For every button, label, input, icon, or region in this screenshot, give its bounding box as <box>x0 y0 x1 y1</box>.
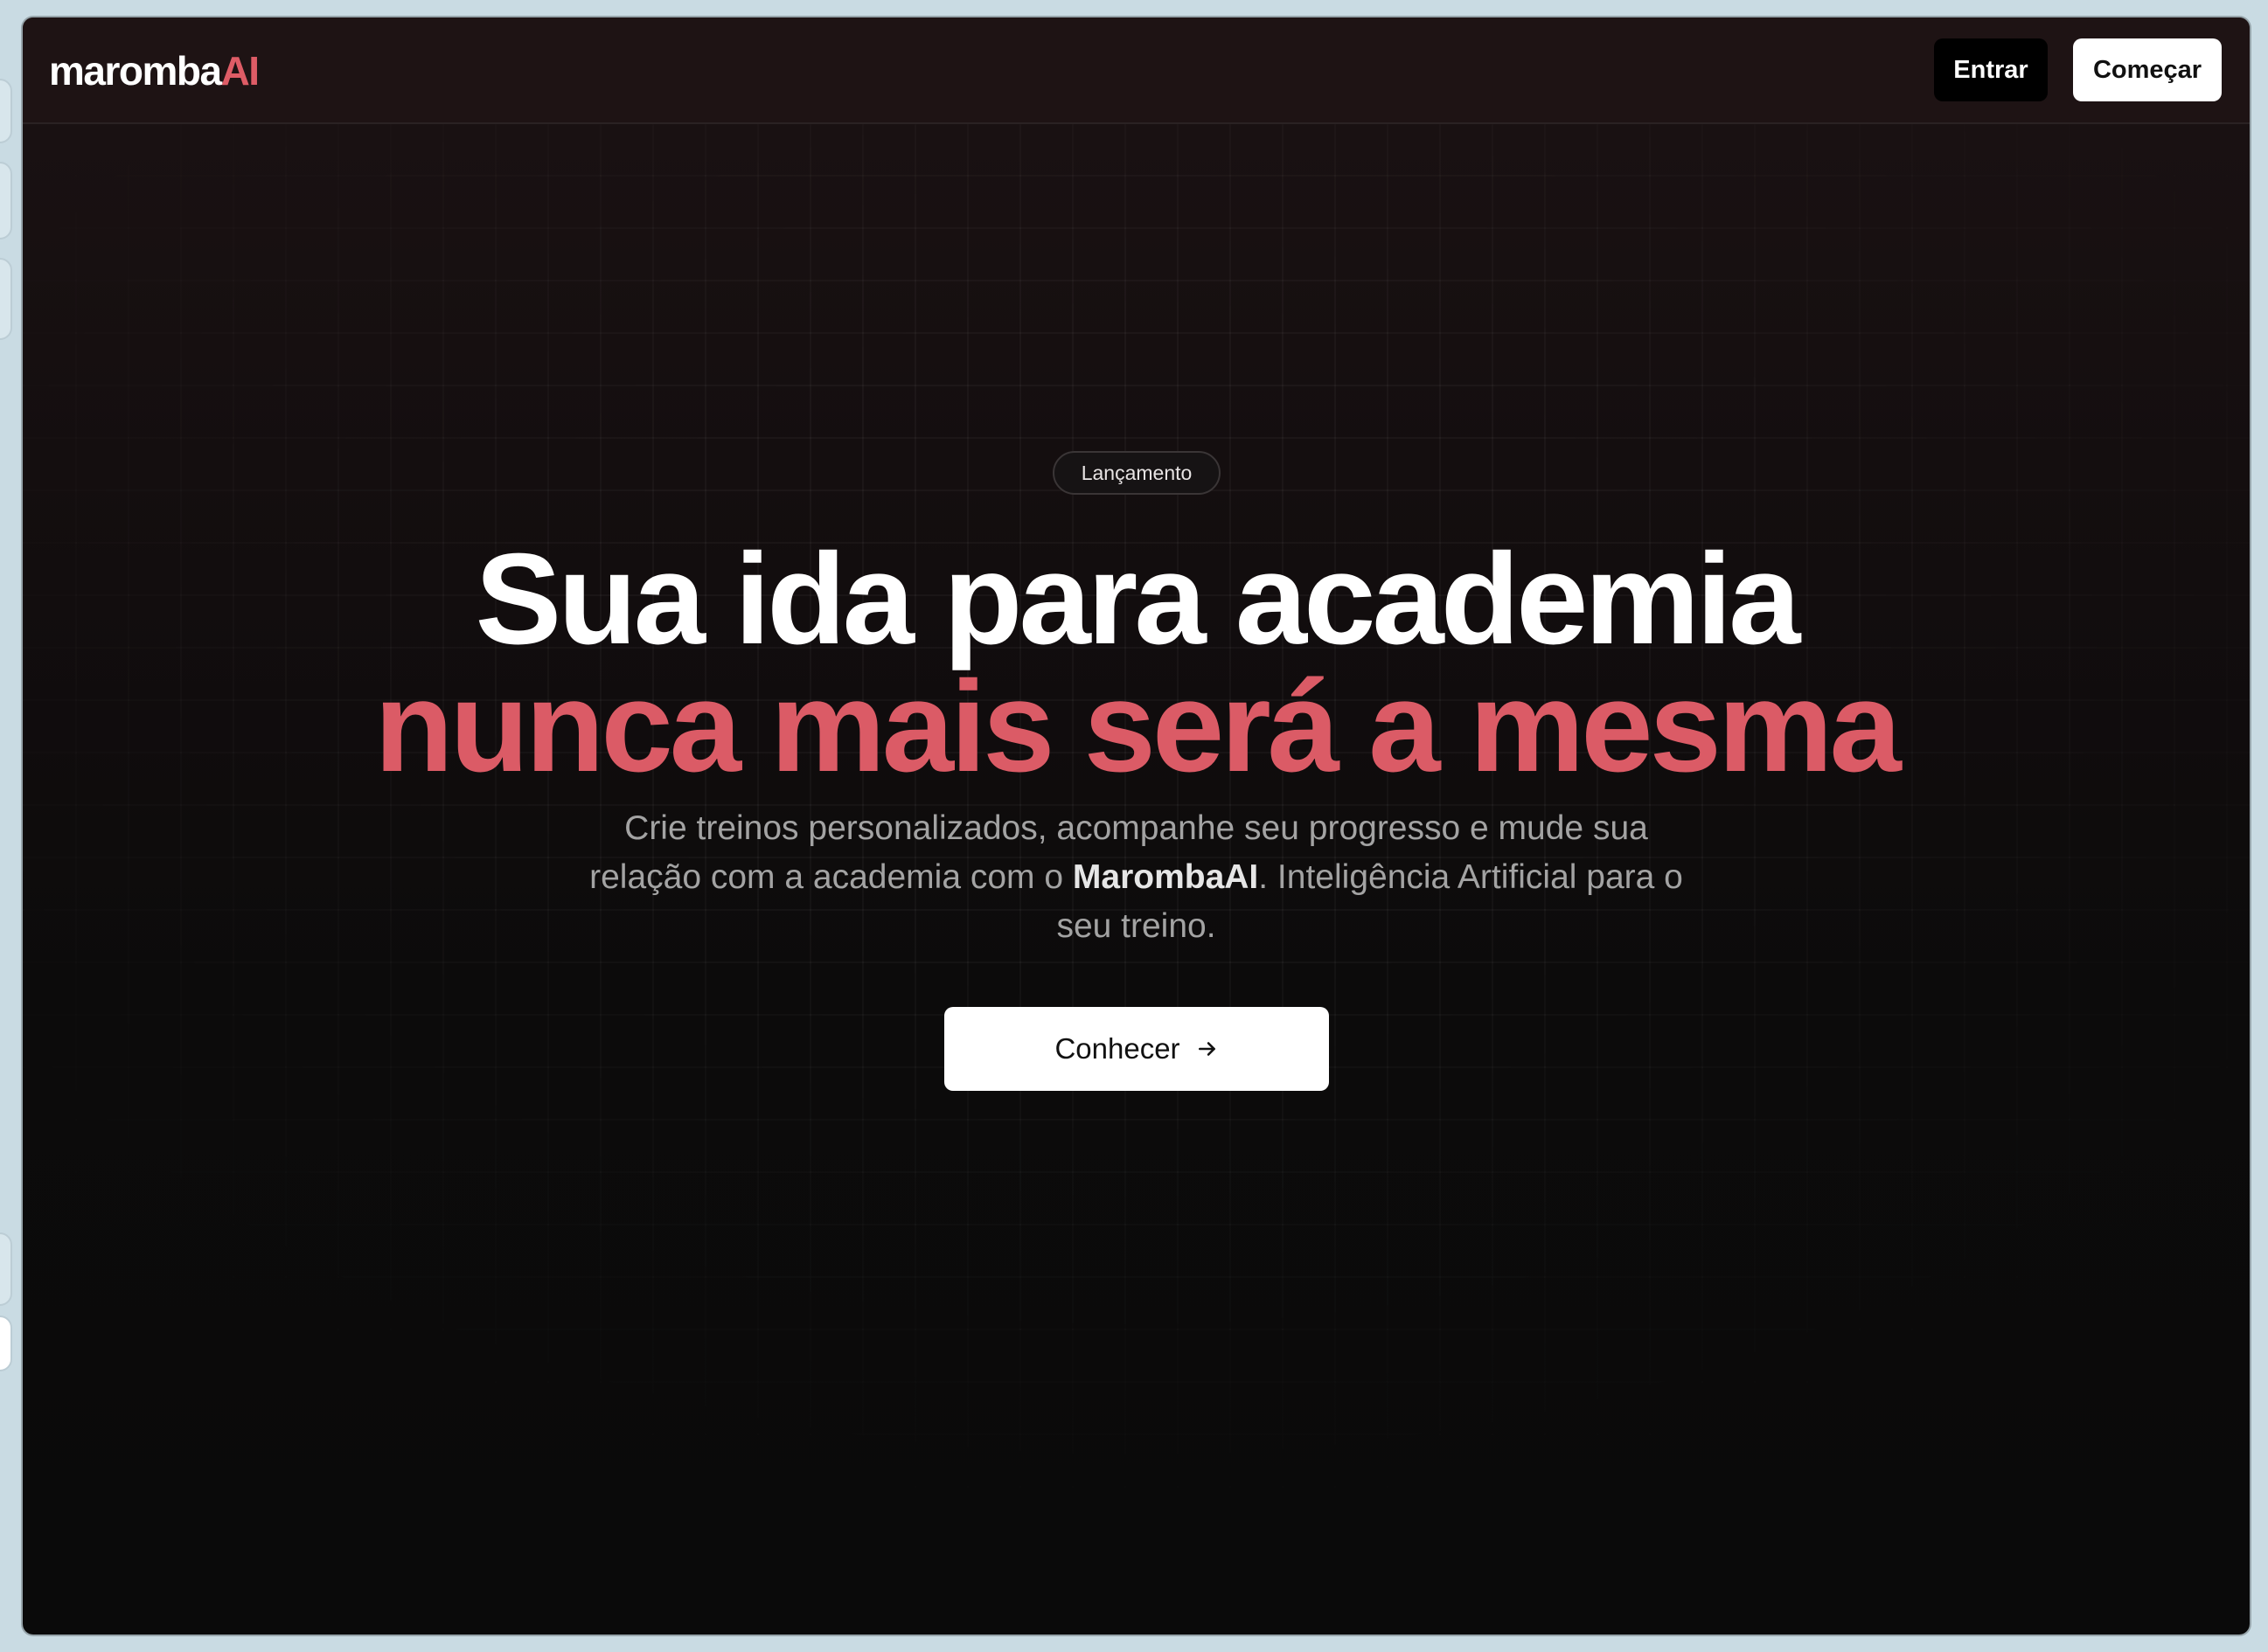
hero-subtitle: Crie treinos personalizados, acompanhe s… <box>582 804 1690 951</box>
login-button[interactable]: Entrar <box>1934 38 2048 101</box>
top-navbar: marombaAI Entrar Começar <box>23 17 2250 124</box>
launch-badge: Lançamento <box>1053 451 1221 495</box>
background-window-tab <box>0 79 12 143</box>
get-started-button[interactable]: Começar <box>2073 38 2222 101</box>
subtitle-brand: MarombaAI <box>1072 858 1259 896</box>
brand-logo[interactable]: marombaAI <box>49 48 261 94</box>
hero-headline-line1: Sua ida para academia <box>475 527 1801 671</box>
browser-window: marombaAI Entrar Começar Lançamento Sua … <box>23 17 2250 1635</box>
logo-accent-text: AI <box>220 48 261 94</box>
background-window-tab <box>0 258 12 340</box>
learn-more-button[interactable]: Conhecer <box>944 1007 1329 1091</box>
background-window-tab <box>0 1232 12 1306</box>
hero-headline-line2: nunca mais será a mesma <box>374 655 1902 799</box>
background-window-tab <box>0 162 12 239</box>
background-window-tab <box>0 1315 12 1371</box>
learn-more-label: Conhecer <box>1054 1032 1180 1065</box>
arrow-right-icon <box>1196 1038 1219 1060</box>
logo-text: maromba <box>49 48 222 94</box>
